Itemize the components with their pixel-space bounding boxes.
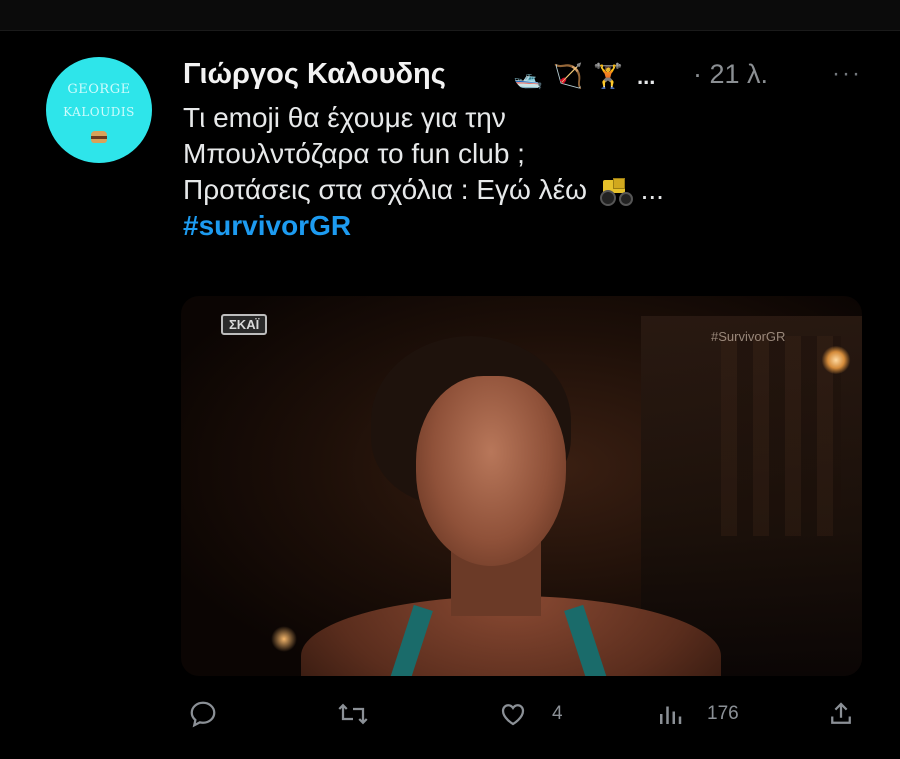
tweet-line-3-text: Προτάσεις στα σχόλια : Εγώ λέω xyxy=(183,174,588,205)
burger-icon xyxy=(91,131,107,143)
reply-icon xyxy=(190,701,216,728)
tweet-line-2: Μπουλντόζαρα το fun club ; xyxy=(183,138,525,169)
more-options-button[interactable]: ··· xyxy=(832,60,862,88)
views-count: 176 xyxy=(707,703,739,724)
views-button[interactable]: 176 xyxy=(655,695,755,731)
tweet-text: Τι emoji θα έχουμε για την Μπουλντόζαρα … xyxy=(183,100,843,244)
tweet-media-image[interactable]: ΣΚΑΪ #SurvivorGR xyxy=(181,296,862,676)
retweet-icon xyxy=(338,703,368,725)
tweet-line-3: Προτάσεις στα σχόλια : Εγώ λέω ... xyxy=(183,172,843,208)
like-count: 4 xyxy=(552,703,563,724)
boat-emoji: 🛥️ xyxy=(513,63,543,90)
avatar-text-line1: GEORGE xyxy=(67,82,131,97)
share-icon xyxy=(831,702,851,724)
top-bar xyxy=(0,0,900,31)
avatar[interactable]: GEORGE KALOUDIS xyxy=(46,57,152,163)
channel-logo: ΣΚΑΪ xyxy=(221,314,268,335)
like-button[interactable]: 4 xyxy=(497,695,577,731)
torch-light xyxy=(821,346,851,374)
bow-emoji: 🏹 xyxy=(553,63,583,90)
media-watermark: #SurvivorGR xyxy=(711,329,786,344)
retweet-button[interactable] xyxy=(335,695,385,731)
heart-icon xyxy=(501,704,525,726)
more-icon: ··· xyxy=(832,60,862,87)
hashtag-link[interactable]: #survivorGR xyxy=(183,208,843,244)
display-name[interactable]: Γιώργος Καλουδης xyxy=(183,58,446,91)
tweet-time[interactable]: · 21 λ. xyxy=(693,59,768,90)
person-face xyxy=(416,376,566,566)
name-emojis: 🛥️ 🏹 🏋️ ... xyxy=(513,62,663,92)
tweet-line-1: Τι emoji θα έχουμε για την xyxy=(183,102,506,133)
reply-button[interactable] xyxy=(188,695,228,731)
name-ellipsis: ... xyxy=(637,64,656,89)
views-icon xyxy=(660,706,682,724)
tractor-icon xyxy=(599,178,633,206)
tweet-line-3-tail: ... xyxy=(640,174,664,205)
torch-light-2 xyxy=(271,626,297,652)
avatar-text-line2: KALOUDIS xyxy=(63,105,135,119)
tweet-actions: 4 176 xyxy=(0,695,900,735)
weightlifter-emoji: 🏋️ xyxy=(593,63,623,90)
share-button[interactable] xyxy=(826,695,858,731)
